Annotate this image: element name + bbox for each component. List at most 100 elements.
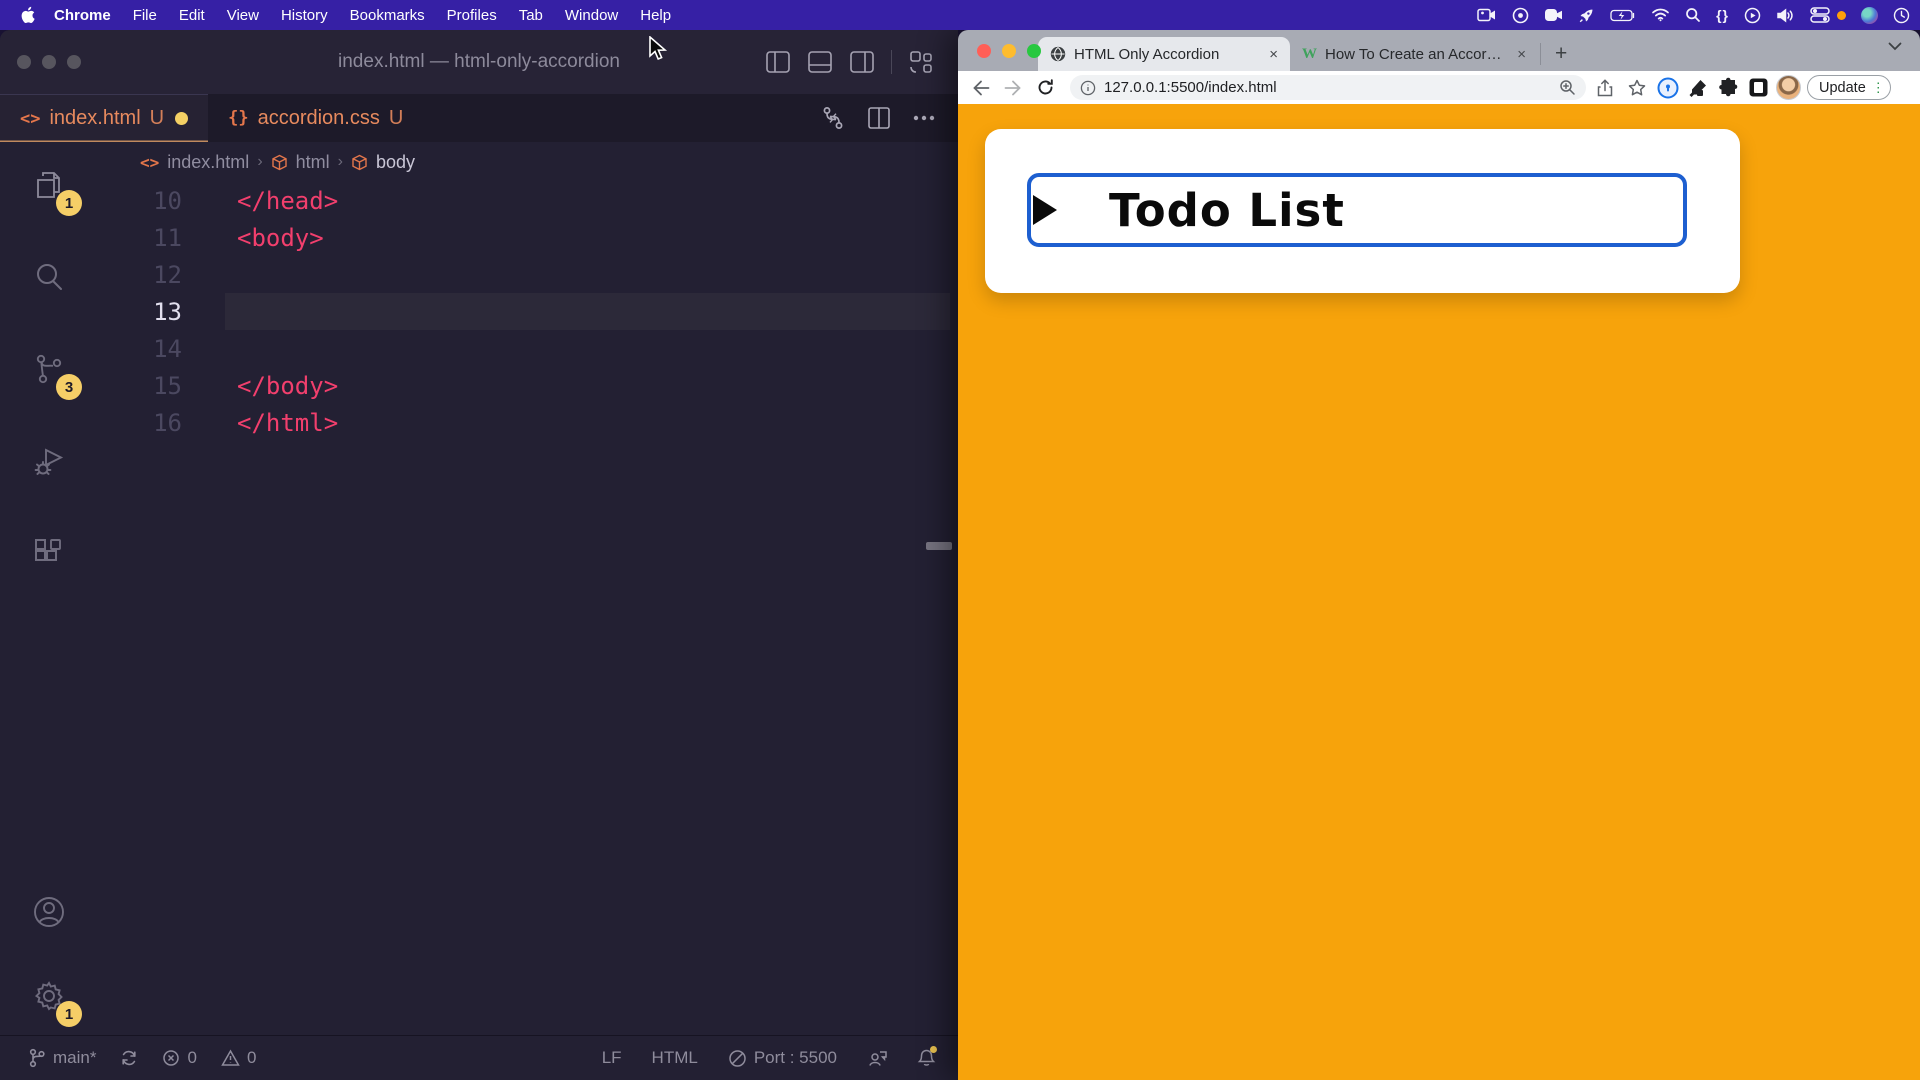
search-icon[interactable] bbox=[20, 248, 78, 306]
notification-dot bbox=[1837, 11, 1846, 20]
close-window-button[interactable] bbox=[977, 44, 991, 58]
menu-edit[interactable]: Edit bbox=[168, 7, 216, 24]
tab-title: HTML Only Accordion bbox=[1074, 46, 1261, 63]
code-line: 15 </body> bbox=[98, 367, 958, 404]
toggle-secondary-sidebar-icon[interactable] bbox=[849, 49, 875, 75]
unsaved-changes-dot[interactable] bbox=[175, 112, 188, 125]
menu-bookmarks[interactable]: Bookmarks bbox=[339, 7, 436, 24]
open-changes-icon[interactable] bbox=[820, 105, 846, 131]
control-center-icon[interactable] bbox=[1810, 7, 1830, 23]
breadcrumb-body[interactable]: body bbox=[376, 152, 415, 173]
macos-menubar: Chrome File Edit View History Bookmarks … bbox=[0, 0, 1920, 30]
toggle-panel-icon[interactable] bbox=[807, 49, 833, 75]
details-marker-triangle-icon[interactable] bbox=[1033, 195, 1057, 225]
menu-view[interactable]: View bbox=[216, 7, 270, 24]
toggle-primary-sidebar-icon[interactable] bbox=[765, 49, 791, 75]
update-chrome-button[interactable]: Update ⋮ bbox=[1807, 75, 1891, 100]
browser-tab-inactive[interactable]: W How To Create an Accordion × bbox=[1290, 37, 1538, 71]
play-circle-icon[interactable] bbox=[1744, 7, 1761, 24]
language-mode[interactable]: HTML bbox=[652, 1048, 698, 1068]
dark-reader-extension-icon[interactable] bbox=[1746, 77, 1770, 98]
close-tab-icon[interactable]: × bbox=[1269, 46, 1278, 63]
wifi-icon[interactable] bbox=[1651, 8, 1670, 22]
notifications-bell-icon[interactable] bbox=[917, 1048, 936, 1068]
zoom-window-button[interactable] bbox=[67, 55, 81, 69]
eol-indicator[interactable]: LF bbox=[602, 1048, 622, 1068]
warnings-item[interactable]: 0 bbox=[221, 1048, 256, 1068]
accordion-title: Todo List bbox=[1109, 184, 1345, 237]
code-area[interactable]: 10 </head> 11 <body> 12 13 14 bbox=[98, 182, 958, 441]
fullscreen-window-button[interactable] bbox=[1027, 44, 1041, 58]
split-editor-icon[interactable] bbox=[866, 105, 892, 131]
extensions-icon[interactable] bbox=[20, 524, 78, 582]
extensions-puzzle-icon[interactable] bbox=[1716, 77, 1740, 98]
editor-tab-accordion-css[interactable]: {} accordion.css U bbox=[208, 94, 423, 142]
siri-icon[interactable] bbox=[1861, 7, 1878, 24]
new-tab-button[interactable]: + bbox=[1547, 42, 1575, 66]
menu-window[interactable]: Window bbox=[554, 7, 629, 24]
braces-icon[interactable]: {} bbox=[1716, 7, 1729, 23]
live-share-icon[interactable] bbox=[867, 1049, 887, 1068]
bookmark-star-icon[interactable] bbox=[1624, 79, 1650, 96]
chrome-traffic-lights bbox=[977, 30, 1041, 71]
explorer-icon[interactable]: 1 bbox=[20, 156, 78, 214]
code-editor[interactable]: <> index.html › html › body 10 </head> bbox=[98, 142, 958, 1035]
url-text[interactable]: 127.0.0.1:5500/index.html bbox=[1104, 79, 1551, 96]
globe-favicon bbox=[1050, 46, 1066, 62]
breadcrumb-file[interactable]: index.html bbox=[167, 152, 249, 173]
rocket-icon[interactable] bbox=[1578, 7, 1595, 24]
colorpicker-extension-icon[interactable] bbox=[1686, 78, 1710, 98]
source-control-icon[interactable]: 3 bbox=[20, 340, 78, 398]
profile-avatar[interactable] bbox=[1776, 75, 1801, 100]
site-info-icon[interactable] bbox=[1080, 80, 1096, 96]
editor-tab-index-html[interactable]: <> index.html U bbox=[0, 94, 208, 142]
line-code: </body> bbox=[237, 372, 338, 400]
minimize-window-button[interactable] bbox=[1002, 44, 1016, 58]
errors-item[interactable]: 0 bbox=[162, 1048, 196, 1068]
password-manager-extension-icon[interactable] bbox=[1656, 77, 1680, 99]
menu-history[interactable]: History bbox=[270, 7, 339, 24]
chrome-tab-strip[interactable]: HTML Only Accordion × W How To Create an… bbox=[958, 30, 1920, 71]
warning-count: 0 bbox=[247, 1048, 256, 1068]
settings-gear-icon[interactable]: 1 bbox=[20, 967, 78, 1025]
share-icon[interactable] bbox=[1592, 79, 1618, 97]
spotlight-search-icon[interactable] bbox=[1685, 7, 1701, 23]
accounts-icon[interactable] bbox=[20, 883, 78, 941]
run-debug-icon[interactable] bbox=[20, 432, 78, 490]
customize-layout-icon[interactable] bbox=[908, 49, 934, 75]
battery-icon[interactable] bbox=[1610, 9, 1636, 22]
volume-icon[interactable] bbox=[1776, 8, 1795, 23]
apple-menu-icon[interactable] bbox=[20, 6, 35, 24]
forward-icon[interactable] bbox=[1000, 80, 1026, 96]
more-actions-icon[interactable] bbox=[912, 114, 936, 122]
tab-search-chevron-icon[interactable] bbox=[1888, 42, 1902, 51]
breadcrumb-html[interactable]: html bbox=[296, 152, 330, 173]
close-tab-icon[interactable]: × bbox=[1517, 46, 1526, 63]
camera-icon[interactable] bbox=[1477, 8, 1497, 22]
git-branch-item[interactable]: main* bbox=[28, 1048, 96, 1068]
browser-menu-dots-icon[interactable]: ⋮ bbox=[1872, 81, 1885, 94]
back-icon[interactable] bbox=[968, 80, 994, 96]
minimize-window-button[interactable] bbox=[42, 55, 56, 69]
tab-filename: accordion.css bbox=[258, 107, 380, 130]
vscode-titlebar[interactable]: index.html — html-only-accordion bbox=[0, 30, 958, 94]
address-bar[interactable]: 127.0.0.1:5500/index.html bbox=[1070, 75, 1586, 100]
live-server-port[interactable]: Port : 5500 bbox=[728, 1048, 837, 1068]
accordion-summary[interactable]: Todo List bbox=[1027, 173, 1687, 247]
menu-help[interactable]: Help bbox=[629, 7, 682, 24]
browser-tab-active[interactable]: HTML Only Accordion × bbox=[1038, 37, 1290, 71]
sync-changes-item[interactable] bbox=[120, 1049, 138, 1067]
tab-filename: index.html bbox=[49, 107, 140, 130]
clock-icon[interactable] bbox=[1893, 7, 1910, 24]
scrollbar-thumb[interactable] bbox=[926, 542, 952, 550]
menu-file[interactable]: File bbox=[122, 7, 168, 24]
zoom-icon[interactable] bbox=[1559, 79, 1576, 96]
menu-profiles[interactable]: Profiles bbox=[436, 7, 508, 24]
menu-tab[interactable]: Tab bbox=[508, 7, 554, 24]
update-label: Update bbox=[1819, 80, 1866, 96]
reload-icon[interactable] bbox=[1032, 79, 1058, 96]
menu-chrome[interactable]: Chrome bbox=[43, 7, 122, 24]
record-icon[interactable] bbox=[1512, 7, 1529, 24]
video-icon[interactable] bbox=[1544, 8, 1563, 22]
close-window-button[interactable] bbox=[17, 55, 31, 69]
